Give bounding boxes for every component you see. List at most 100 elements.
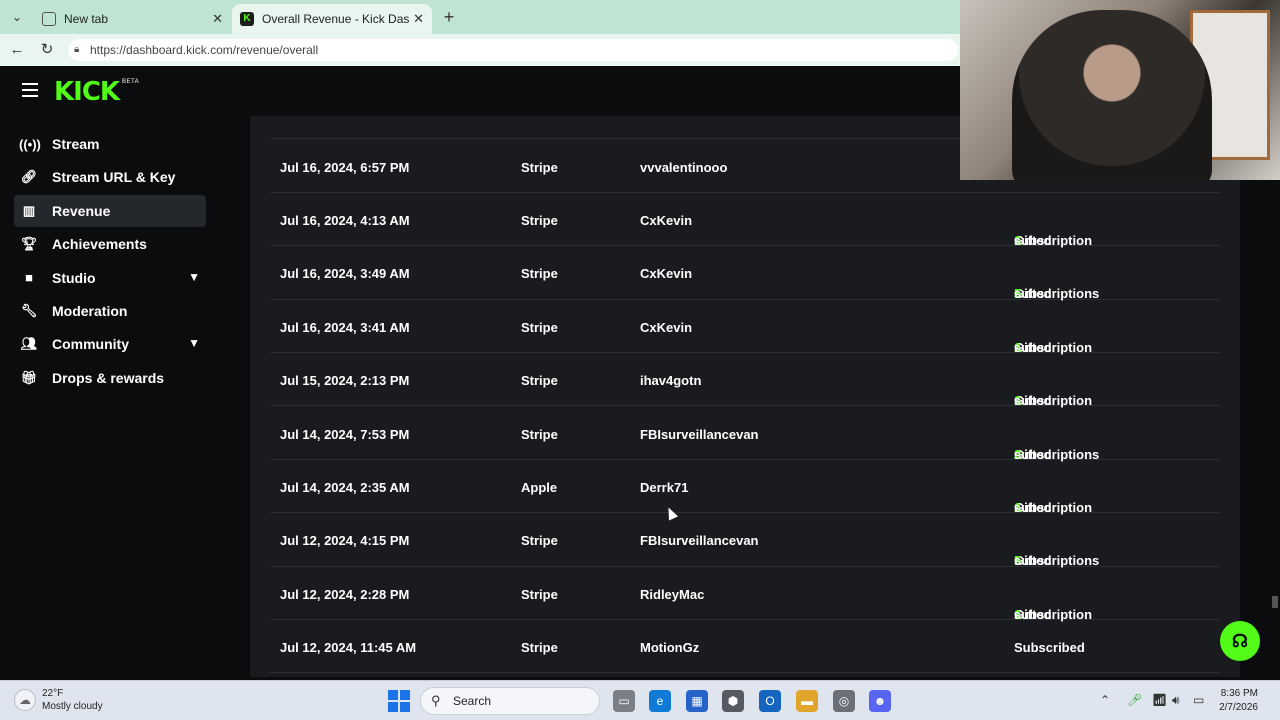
hamburger-menu-icon[interactable] bbox=[22, 83, 38, 97]
username-cell[interactable]: CxKevin bbox=[640, 320, 692, 335]
date-cell: Jul 12, 2024, 4:15 PM bbox=[280, 533, 410, 549]
volume-icon[interactable]: 🔊︎ bbox=[1172, 693, 1180, 708]
username-cell[interactable]: Derrk71 bbox=[640, 480, 688, 495]
kick-logo[interactable]: KICK bbox=[54, 77, 120, 107]
date-cell: Jul 12, 2024, 2:28 PM bbox=[280, 586, 410, 602]
tab-title: New tab bbox=[64, 12, 109, 26]
cloud-icon: ☁ bbox=[14, 689, 36, 711]
chevron-down-icon[interactable]: ▼ bbox=[188, 270, 200, 284]
wrench-icon: 🔧︎ bbox=[20, 302, 38, 318]
users-icon: 👥︎ bbox=[20, 336, 38, 352]
chevron-down-icon[interactable]: ▼ bbox=[188, 336, 200, 350]
method-cell: Stripe bbox=[521, 640, 558, 656]
app-icon[interactable]: ⬢ bbox=[722, 690, 744, 712]
table-row: Jul 16, 2024, 3:49 AM Stripe CxKevin Gif… bbox=[270, 246, 1220, 301]
lock-icon: 🔒︎ bbox=[74, 44, 80, 55]
sidebar-item-label: Achievements bbox=[52, 236, 147, 253]
date-cell: Jul 16, 2024, 3:41 AM bbox=[280, 319, 410, 335]
sidebar-item-achievements[interactable]: 🏆︎ Achievements bbox=[14, 228, 206, 260]
sidebar-item-stream[interactable]: ((•)) Stream bbox=[14, 128, 206, 160]
gift-icon: 🎁︎ bbox=[20, 369, 38, 385]
back-arrow-icon[interactable]: ← bbox=[7, 41, 27, 59]
reload-icon[interactable]: ↻ bbox=[37, 41, 57, 59]
new-tab-plus-icon[interactable]: + bbox=[440, 7, 458, 27]
wifi-icon[interactable]: 📶︎ bbox=[1152, 693, 1167, 707]
sidebar-item-label: Moderation bbox=[52, 302, 128, 319]
method-cell: Stripe bbox=[521, 586, 558, 602]
tab-overall-revenue[interactable]: K Overall Revenue - Kick Dashboard ✕ bbox=[232, 4, 432, 34]
file-explorer-icon[interactable]: ▬ bbox=[796, 690, 818, 712]
username-cell[interactable]: ihav4gotn bbox=[640, 373, 701, 388]
windows-taskbar: ☁ 22°F Mostly cloudy ⚲ Search ▭ e ▦ ⬢ O … bbox=[0, 680, 1280, 720]
tab-new-tab[interactable]: New tab ✕ bbox=[34, 4, 231, 34]
table-row: Jul 16, 2024, 3:41 AM Stripe CxKevin Gif… bbox=[270, 300, 1220, 355]
table-row: Jul 12, 2024, 2:28 PM Stripe RidleyMac G… bbox=[270, 567, 1220, 622]
taskbar-clock[interactable]: 8:36 PM 2/7/2026 bbox=[1219, 687, 1258, 715]
username-cell[interactable]: FBIsurveillancevan bbox=[640, 533, 759, 548]
username-cell[interactable]: FBIsurveillancevan bbox=[640, 427, 759, 442]
method-cell: Stripe bbox=[521, 159, 558, 175]
method-cell: Apple bbox=[521, 480, 558, 495]
clock-date: 2/7/2026 bbox=[1219, 702, 1258, 713]
username-cell[interactable]: RidleyMac bbox=[640, 587, 704, 602]
weather-desc: Mostly cloudy bbox=[42, 701, 103, 712]
url-text: https://dashboard.kick.com/revenue/overa… bbox=[90, 43, 319, 57]
date-cell: Jul 12, 2024, 11:45 AM bbox=[280, 640, 417, 656]
username-cell[interactable]: MotionGz bbox=[640, 640, 699, 655]
sidebar-item-label: Community bbox=[52, 336, 129, 353]
username-cell[interactable]: CxKevin bbox=[640, 266, 692, 281]
sidebar-nav: ((•)) Stream 🔗︎ Stream URL & Key ▥ Reven… bbox=[4, 128, 214, 395]
sidebar-item-label: Revenue bbox=[52, 202, 111, 219]
method-cell: Stripe bbox=[521, 533, 558, 549]
table-row: Jul 16, 2024, 4:13 AM Stripe CxKevin Gif… bbox=[270, 193, 1220, 248]
windows-start-icon[interactable] bbox=[388, 690, 410, 712]
username-cell[interactable]: CxKevin bbox=[640, 213, 692, 228]
method-cell: Stripe bbox=[521, 319, 558, 335]
username-cell[interactable]: vvvalentinooo bbox=[640, 160, 727, 175]
edge-browser-icon[interactable]: e bbox=[649, 690, 671, 712]
sidebar-item-moderation[interactable]: 🔧︎ Moderation bbox=[14, 295, 206, 327]
sidebar-item-label: Stream URL & Key bbox=[52, 169, 176, 186]
chevron-up-icon[interactable]: ⌃ bbox=[1100, 693, 1110, 707]
url-field[interactable]: 🔒︎ https://dashboard.kick.com/revenue/ov… bbox=[68, 39, 958, 61]
table-row: Jul 12, 2024, 4:15 PM Stripe FBIsurveill… bbox=[270, 513, 1220, 568]
close-tab-icon[interactable]: ✕ bbox=[212, 11, 223, 27]
new-tab-favicon-icon bbox=[42, 12, 56, 26]
tab-actions-menu-icon[interactable]: ⌄ bbox=[6, 7, 28, 27]
beta-badge: BETA bbox=[122, 79, 140, 85]
taskbar-search[interactable]: ⚲ Search bbox=[420, 687, 600, 715]
date-cell: Jul 15, 2024, 2:13 PM bbox=[280, 373, 410, 389]
table-row: Jul 14, 2024, 2:35 AM Apple Derrk71 Gift… bbox=[270, 460, 1220, 515]
sidebar-item-community[interactable]: 👥︎ Community ▼ bbox=[14, 328, 206, 360]
table-row: Jul 12, 2024, 11:45 AM Stripe MotionGz S… bbox=[270, 620, 1220, 674]
close-tab-icon[interactable]: ✕ bbox=[413, 11, 424, 27]
search-icon: ⚲ bbox=[431, 693, 441, 708]
sidebar-item-revenue[interactable]: ▥ Revenue bbox=[14, 194, 206, 227]
method-cell: Stripe bbox=[521, 213, 558, 228]
battery-icon[interactable]: ▭ bbox=[1193, 693, 1204, 707]
discord-icon[interactable]: ☻ bbox=[869, 690, 891, 712]
video-icon: ■ bbox=[25, 270, 33, 286]
table-row: Jul 15, 2024, 2:13 PM Stripe ihav4gotn G… bbox=[270, 353, 1220, 408]
date-cell: Jul 14, 2024, 7:53 PM bbox=[280, 426, 410, 442]
sidebar-item-studio[interactable]: ■ Studio ▼ bbox=[14, 262, 206, 294]
chart-icon: ▥ bbox=[22, 202, 36, 218]
weather-widget[interactable]: ☁ 22°F Mostly cloudy bbox=[14, 687, 103, 713]
weather-temp: 22°F bbox=[42, 688, 64, 699]
tab-title: Overall Revenue - Kick Dashboard bbox=[262, 12, 410, 26]
page-scrollbar[interactable] bbox=[1272, 596, 1278, 608]
outlook-icon[interactable]: O bbox=[759, 690, 781, 712]
webcam-overlay bbox=[960, 0, 1280, 180]
search-label: Search bbox=[453, 694, 492, 708]
chrome-icon[interactable]: ◎ bbox=[833, 690, 855, 712]
task-view-icon[interactable]: ▭ bbox=[613, 690, 635, 712]
type-cell: Subscribed bbox=[1014, 640, 1085, 656]
address-bar-row: ← ↻ 🔒︎ https://dashboard.kick.com/revenu… bbox=[0, 34, 960, 66]
microphone-icon[interactable]: 🎤︎ bbox=[1127, 693, 1142, 707]
method-cell: Stripe bbox=[521, 373, 558, 389]
sidebar-item-stream-url-key[interactable]: 🔗︎ Stream URL & Key bbox=[14, 161, 206, 193]
store-icon[interactable]: ▦ bbox=[686, 690, 708, 712]
date-cell: Jul 16, 2024, 3:49 AM bbox=[280, 266, 410, 282]
sidebar-item-drops-rewards[interactable]: 🎁︎ Drops & rewards bbox=[14, 362, 206, 394]
support-chat-icon[interactable]: ☊ bbox=[1220, 621, 1260, 661]
